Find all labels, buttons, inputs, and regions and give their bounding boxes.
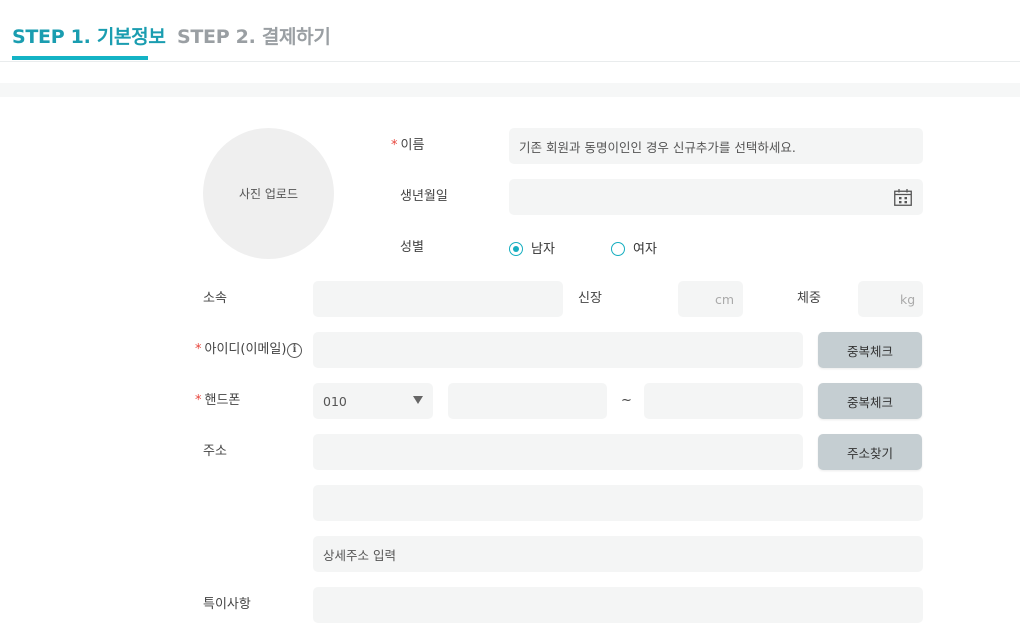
phone-duplicate-check-button[interactable]: 중복체크 bbox=[818, 383, 922, 419]
name-placeholder: 기존 회원과 동명이인인 경우 신규추가를 선택하세요. bbox=[519, 139, 796, 155]
required-mark: * bbox=[195, 342, 202, 357]
notes-label: 특이사항 bbox=[203, 597, 251, 612]
weight-label: 체중 bbox=[797, 291, 821, 306]
address-search-button[interactable]: 주소찾기 bbox=[818, 434, 922, 470]
address-label: 주소 bbox=[203, 444, 227, 459]
name-input[interactable]: 기존 회원과 동명이인인 경우 신규추가를 선택하세요. bbox=[509, 128, 923, 164]
phone-separator: ~ bbox=[621, 393, 632, 408]
phone-label: * 핸드폰 bbox=[195, 393, 241, 408]
birthdate-input[interactable] bbox=[509, 179, 923, 215]
gender-female-label[interactable]: 여자 bbox=[633, 241, 657, 259]
section-divider-band bbox=[0, 83, 1020, 97]
notes-input[interactable] bbox=[313, 587, 923, 623]
address-input[interactable] bbox=[313, 485, 923, 521]
phone-middle-input[interactable] bbox=[448, 383, 607, 419]
calendar-icon[interactable] bbox=[894, 189, 912, 206]
height-unit: cm bbox=[715, 292, 735, 307]
phone-prefix-value: 010 bbox=[323, 393, 347, 409]
active-tab-indicator bbox=[12, 56, 148, 60]
postcode-input[interactable] bbox=[313, 434, 803, 470]
userid-duplicate-check-button[interactable]: 중복체크 bbox=[818, 332, 922, 368]
info-icon[interactable]: i bbox=[287, 343, 302, 358]
gender-label: 성별 bbox=[400, 240, 424, 255]
gender-male-label[interactable]: 남자 bbox=[531, 241, 555, 259]
gender-female-radio[interactable] bbox=[611, 242, 625, 256]
required-mark: * bbox=[391, 138, 398, 153]
affiliation-label: 소속 bbox=[203, 291, 227, 306]
height-label: 신장 bbox=[578, 291, 602, 306]
address-detail-input[interactable]: 상세주소 입력 bbox=[313, 536, 923, 572]
tab-step2[interactable]: STEP 2. 결제하기 bbox=[177, 24, 331, 50]
chevron-down-icon bbox=[413, 396, 423, 404]
tab-step1[interactable]: STEP 1. 기본정보 bbox=[12, 24, 166, 50]
phone-last-input[interactable] bbox=[644, 383, 803, 419]
affiliation-input[interactable] bbox=[313, 281, 563, 317]
weight-unit: kg bbox=[900, 292, 916, 307]
photo-upload-label: 사진 업로드 bbox=[238, 187, 298, 201]
userid-label: * 아이디(이메일) bbox=[195, 342, 287, 357]
photo-upload-button[interactable]: 사진 업로드 bbox=[203, 128, 334, 259]
required-mark: * bbox=[195, 393, 202, 408]
name-label: * 이름 bbox=[391, 138, 425, 153]
userid-input[interactable] bbox=[313, 332, 803, 368]
gender-male-radio[interactable] bbox=[509, 242, 523, 256]
birthdate-label: 생년월일 bbox=[400, 189, 448, 204]
address-detail-placeholder: 상세주소 입력 bbox=[323, 547, 396, 563]
step-tabs: STEP 1. 기본정보 STEP 2. 결제하기 bbox=[0, 0, 1020, 62]
